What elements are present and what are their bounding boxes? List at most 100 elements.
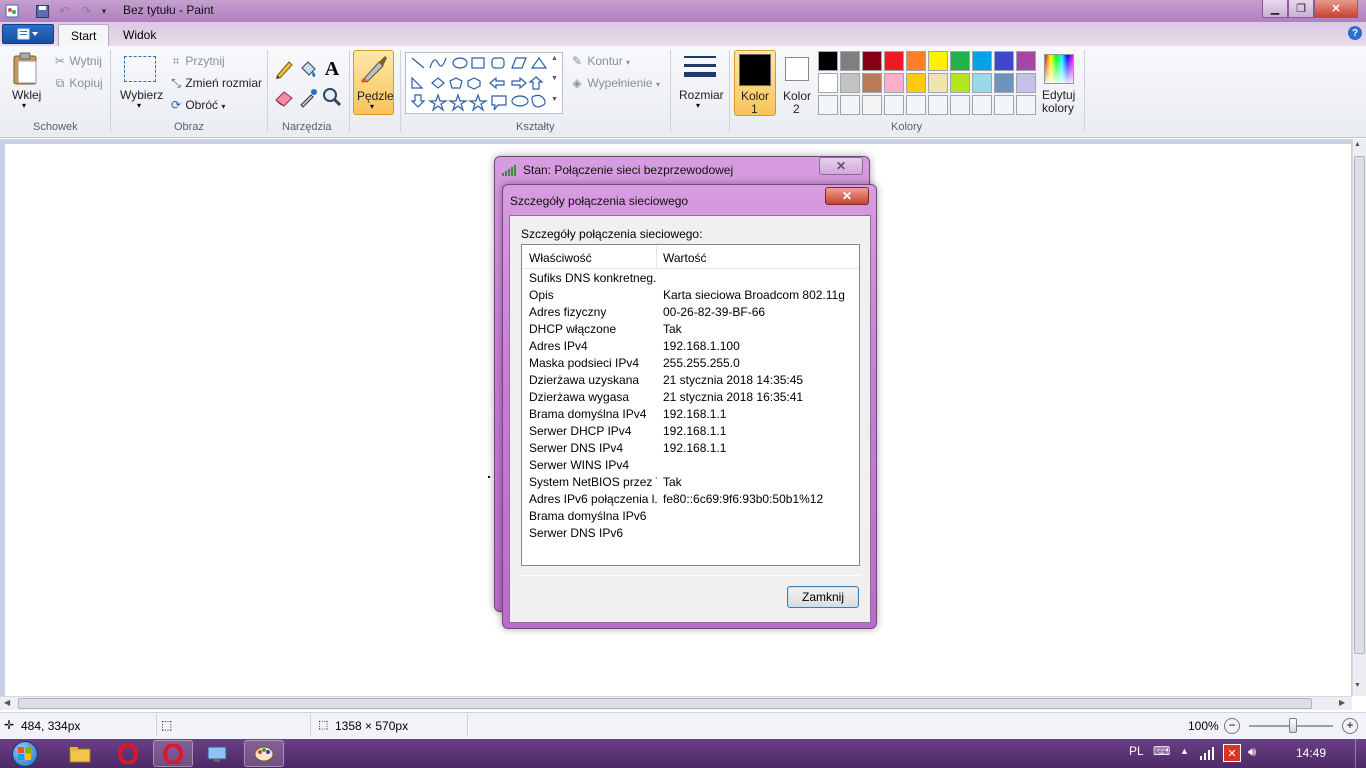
- custom-color-slot[interactable]: [928, 95, 948, 115]
- custom-color-slot[interactable]: [818, 95, 838, 115]
- palette-color[interactable]: [906, 73, 926, 93]
- column-header-value[interactable]: Wartość: [663, 251, 707, 265]
- table-row[interactable]: Dzierżawa wygasa 21 stycznia 2018 16:35:4…: [522, 390, 859, 407]
- magnifier-icon[interactable]: [321, 86, 343, 108]
- eraser-icon[interactable]: [273, 86, 295, 108]
- palette-color[interactable]: [1016, 73, 1036, 93]
- paste-dropdown-icon[interactable]: ▾: [22, 101, 26, 110]
- clipboard-icon[interactable]: [10, 52, 42, 86]
- cut-button[interactable]: ✂ Wytnij: [54, 54, 102, 68]
- table-row[interactable]: Opis Karta sieciowa Broadcom 802.11g: [522, 288, 859, 305]
- copy-button[interactable]: ⧉ Kopiuj: [54, 76, 103, 91]
- zoom-slider-thumb[interactable]: [1289, 718, 1297, 733]
- show-desktop-button[interactable]: [1355, 739, 1366, 768]
- palette-color[interactable]: [884, 51, 904, 71]
- table-row[interactable]: Brama domyślna IPv4 192.168.1.1: [522, 407, 859, 424]
- custom-color-slot[interactable]: [862, 95, 882, 115]
- palette-color[interactable]: [884, 73, 904, 93]
- scroll-right-icon[interactable]: ▶: [1339, 698, 1345, 707]
- security-alert-icon[interactable]: ✕: [1223, 744, 1241, 762]
- color2-swatch[interactable]: [785, 57, 809, 81]
- help-icon[interactable]: ?: [1348, 26, 1362, 40]
- scroll-left-icon[interactable]: ◀: [4, 698, 10, 707]
- pencil-icon[interactable]: [273, 58, 295, 80]
- select-icon[interactable]: [124, 56, 156, 82]
- horizontal-scroll-thumb[interactable]: [18, 698, 1312, 709]
- details-dialog-close-button[interactable]: ✕: [825, 187, 869, 205]
- palette-color[interactable]: [818, 73, 838, 93]
- palette-color[interactable]: [994, 73, 1014, 93]
- color-picker-icon[interactable]: [297, 86, 319, 108]
- palette-color[interactable]: [928, 73, 948, 93]
- table-row[interactable]: Serwer DNS IPv6: [522, 526, 859, 543]
- minimize-button[interactable]: ▁: [1262, 0, 1288, 18]
- table-row[interactable]: Dzierżawa uzyskana 21 stycznia 2018 14:35…: [522, 373, 859, 390]
- custom-color-slot[interactable]: [840, 95, 860, 115]
- wifi-tray-icon[interactable]: [1200, 746, 1216, 763]
- tab-widok[interactable]: Widok: [111, 24, 168, 46]
- paint-app-icon[interactable]: [4, 3, 20, 19]
- edit-colors-label-2[interactable]: kolory: [1042, 101, 1074, 115]
- taskbar-explorer[interactable]: [60, 740, 100, 767]
- customize-toolbar-icon[interactable]: ▾: [96, 3, 112, 19]
- volume-icon[interactable]: 🔊︎: [1248, 744, 1256, 760]
- tab-start[interactable]: Start: [58, 24, 110, 46]
- custom-color-slot[interactable]: [972, 95, 992, 115]
- shapes-scroll-down-icon[interactable]: ▼: [551, 75, 558, 82]
- edit-colors-label-1[interactable]: Edytuj: [1042, 88, 1075, 102]
- details-list[interactable]: Właściwość Wartość Sufiks DNS konkretneg…: [521, 244, 860, 566]
- table-row[interactable]: DHCP włączone Tak: [522, 322, 859, 339]
- zoom-out-icon[interactable]: −: [1224, 718, 1240, 734]
- taskbar-opera[interactable]: [108, 740, 148, 767]
- table-row[interactable]: Sufiks DNS konkretneg...: [522, 271, 859, 288]
- color2-label[interactable]: Kolor: [783, 89, 811, 103]
- fill-bucket-icon[interactable]: [297, 58, 319, 80]
- column-header-property[interactable]: Właściwość: [529, 251, 592, 265]
- crop-button[interactable]: ⌗ Przytnij: [170, 54, 225, 69]
- table-row[interactable]: Serwer DHCP IPv4 192.168.1.1: [522, 424, 859, 441]
- paste-button[interactable]: Wklej: [12, 88, 41, 102]
- column-divider[interactable]: [656, 246, 657, 268]
- palette-color[interactable]: [840, 51, 860, 71]
- palette-color[interactable]: [1016, 51, 1036, 71]
- clock[interactable]: 14:49: [1296, 746, 1326, 760]
- status-dialog-close-button[interactable]: ✕: [819, 157, 863, 175]
- table-row[interactable]: Adres fizyczny 00-26-82-39-BF-66: [522, 305, 859, 322]
- table-row[interactable]: Adres IPv4 192.168.1.100: [522, 339, 859, 356]
- palette-color[interactable]: [972, 73, 992, 93]
- shapes-scroll-up-icon[interactable]: ▲: [551, 55, 558, 62]
- custom-color-slot[interactable]: [994, 95, 1014, 115]
- palette-color[interactable]: [818, 51, 838, 71]
- table-row[interactable]: System NetBIOS przez T... Tak: [522, 475, 859, 492]
- scroll-up-icon[interactable]: ▲: [1354, 141, 1361, 148]
- custom-color-slot[interactable]: [884, 95, 904, 115]
- palette-color[interactable]: [950, 51, 970, 71]
- taskbar-paint[interactable]: [244, 740, 284, 767]
- table-row[interactable]: Maska podsieci IPv4 255.255.255.0: [522, 356, 859, 373]
- vertical-scroll-thumb[interactable]: [1354, 156, 1365, 654]
- custom-color-slot[interactable]: [950, 95, 970, 115]
- scroll-down-icon[interactable]: ▼: [1354, 682, 1361, 689]
- edit-colors-icon[interactable]: [1044, 54, 1074, 84]
- file-menu-button[interactable]: [2, 24, 54, 44]
- outline-button[interactable]: ✎ Kontur ▾: [570, 54, 630, 68]
- size-dropdown-icon[interactable]: ▾: [696, 101, 700, 110]
- palette-color[interactable]: [862, 51, 882, 71]
- size-icon[interactable]: [684, 54, 716, 82]
- palette-color[interactable]: [994, 51, 1014, 71]
- text-tool-icon[interactable]: A: [321, 58, 343, 80]
- horizontal-scrollbar[interactable]: ◀ ▶: [0, 696, 1352, 710]
- taskbar-opera-active[interactable]: [153, 740, 193, 767]
- select-dropdown-icon[interactable]: ▾: [137, 101, 141, 110]
- select-button[interactable]: Wybierz: [120, 88, 163, 102]
- table-row[interactable]: Serwer DNS IPv4 192.168.1.1: [522, 441, 859, 458]
- save-icon[interactable]: [34, 3, 50, 19]
- keyboard-icon[interactable]: ⌨: [1153, 744, 1170, 758]
- table-row[interactable]: Serwer WINS IPv4: [522, 458, 859, 475]
- maximize-button[interactable]: ❐: [1288, 0, 1314, 18]
- show-hidden-icons[interactable]: ▲: [1180, 746, 1189, 756]
- custom-color-slot[interactable]: [906, 95, 926, 115]
- start-button[interactable]: [6, 739, 44, 768]
- palette-color[interactable]: [840, 73, 860, 93]
- palette-color[interactable]: [972, 51, 992, 71]
